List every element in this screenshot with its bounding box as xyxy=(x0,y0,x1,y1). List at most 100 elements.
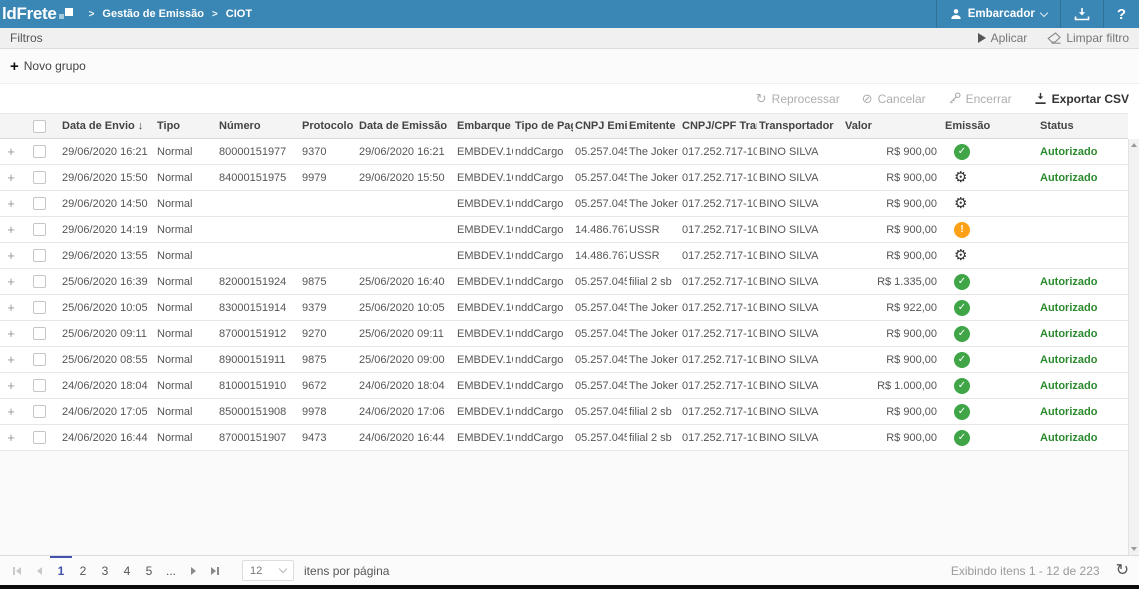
new-filter-group-button[interactable]: + Novo grupo xyxy=(10,59,86,74)
expand-row-button[interactable]: + xyxy=(0,248,22,263)
expand-row-button[interactable]: + xyxy=(0,144,22,159)
key-icon xyxy=(948,92,961,105)
last-page-button[interactable] xyxy=(204,556,226,585)
column-header-numero[interactable]: Número xyxy=(217,120,300,132)
row-checkbox[interactable] xyxy=(33,379,46,392)
download-button[interactable] xyxy=(1060,0,1103,28)
expand-row-button[interactable]: + xyxy=(0,300,22,315)
cell-data-envio: 29/06/2020 15:50 xyxy=(60,172,155,184)
select-all-checkbox[interactable] xyxy=(33,120,46,133)
expand-row-button[interactable]: + xyxy=(0,378,22,393)
apply-filter-button[interactable]: Aplicar xyxy=(978,31,1028,45)
page-button-...[interactable]: ... xyxy=(160,556,182,585)
cancel-button[interactable]: ⊘ Cancelar xyxy=(862,92,926,106)
logo-squares-icon xyxy=(59,7,73,22)
cell-valor: R$ 1.000,00 xyxy=(843,380,943,392)
row-checkbox[interactable] xyxy=(33,353,46,366)
vertical-scrollbar[interactable] xyxy=(1128,139,1139,555)
emission-success-icon: ✓ xyxy=(954,404,970,420)
row-checkbox[interactable] xyxy=(33,223,46,236)
column-header-cnpj-cpf-transportador[interactable]: CNPJ/CPF Transp... xyxy=(680,120,757,132)
cell-tipo-pagamento: nddCargo xyxy=(513,276,573,288)
column-header-data-emissao[interactable]: Data de Emissão xyxy=(357,120,455,132)
filters-panel-header[interactable]: Filtros Aplicar Limpar filtro xyxy=(0,28,1139,49)
breadcrumb: > Gestão de Emissão > CIOT xyxy=(89,0,252,28)
column-header-valor[interactable]: Valor xyxy=(843,120,943,132)
plus-icon: + xyxy=(10,59,19,74)
column-header-emitente[interactable]: Emitente xyxy=(627,120,680,132)
row-checkbox[interactable] xyxy=(33,405,46,418)
breadcrumb-item-ciot[interactable]: CIOT xyxy=(226,8,252,20)
row-checkbox[interactable] xyxy=(33,249,46,262)
row-checkbox[interactable] xyxy=(33,301,46,314)
cell-tipo-pagamento: nddCargo xyxy=(513,354,573,366)
user-role-label: Embarcador xyxy=(968,8,1035,20)
scroll-up-icon[interactable] xyxy=(1131,143,1137,147)
expand-row-button[interactable]: + xyxy=(0,170,22,185)
page-size-select[interactable]: 12 xyxy=(242,560,294,581)
expand-row-button[interactable]: + xyxy=(0,352,22,367)
cell-status: Autorizado xyxy=(1038,146,1128,158)
previous-page-icon xyxy=(37,567,42,575)
first-page-button[interactable] xyxy=(6,556,28,585)
next-page-button[interactable] xyxy=(182,556,204,585)
page-button-4[interactable]: 4 xyxy=(116,556,138,585)
user-role-menu[interactable]: Embarcador xyxy=(936,0,1060,28)
column-header-transportador[interactable]: Transportador xyxy=(757,120,843,132)
cell-numero: 81000151910 xyxy=(217,380,300,392)
clear-filter-button[interactable]: Limpar filtro xyxy=(1047,31,1129,45)
expand-row-button[interactable]: + xyxy=(0,274,22,289)
cell-transportador: BINO SILVA xyxy=(757,198,843,210)
row-checkbox[interactable] xyxy=(33,431,46,444)
column-header-data-envio[interactable]: Data de Envio ↓ xyxy=(60,120,155,132)
row-checkbox[interactable] xyxy=(33,327,46,340)
page-button-5[interactable]: 5 xyxy=(138,556,160,585)
table-row: +24/06/2020 18:04Normal81000151910967224… xyxy=(0,373,1128,399)
cell-numero: 84000151975 xyxy=(217,172,300,184)
column-header-status[interactable]: Status xyxy=(1038,120,1128,132)
expand-row-button[interactable]: + xyxy=(0,430,22,445)
expand-row-button[interactable]: + xyxy=(0,326,22,341)
export-csv-button[interactable]: Exportar CSV xyxy=(1034,92,1129,106)
select-all-header xyxy=(22,120,60,133)
column-header-embarque[interactable]: Embarque xyxy=(455,120,513,132)
previous-page-button[interactable] xyxy=(28,556,50,585)
column-header-emissao[interactable]: Emissão xyxy=(943,120,1038,132)
column-header-tipo[interactable]: Tipo xyxy=(155,120,217,132)
column-header-cnpj-emitente[interactable]: CNPJ Emite... xyxy=(573,120,627,132)
breadcrumb-item-gestao-de-emissao[interactable]: Gestão de Emissão xyxy=(102,8,204,20)
row-checkbox[interactable] xyxy=(33,275,46,288)
cell-emitente: The Joker xyxy=(627,354,680,366)
emission-success-icon: ✓ xyxy=(954,326,970,342)
cell-status: Autorizado xyxy=(1038,432,1128,444)
row-checkbox[interactable] xyxy=(33,197,46,210)
cell-valor: R$ 900,00 xyxy=(843,172,943,184)
expand-row-button[interactable]: + xyxy=(0,196,22,211)
help-button[interactable]: ? xyxy=(1103,0,1139,28)
cell-tipo: Normal xyxy=(155,328,217,340)
refresh-icon: ↻ xyxy=(1116,562,1129,579)
page-button-1[interactable]: 1 xyxy=(50,556,72,585)
column-header-protocolo[interactable]: Protocolo xyxy=(300,120,357,132)
cell-emitente: USSR xyxy=(627,250,680,262)
cell-valor: R$ 900,00 xyxy=(843,328,943,340)
emission-success-icon: ✓ xyxy=(954,430,970,446)
cell-tipo: Normal xyxy=(155,432,217,444)
column-header-tipo-pagamento[interactable]: Tipo de Paga... xyxy=(513,120,573,132)
scroll-down-icon[interactable] xyxy=(1131,547,1137,551)
row-checkbox[interactable] xyxy=(33,145,46,158)
expand-row-button[interactable]: + xyxy=(0,404,22,419)
refresh-button[interactable]: ↻ xyxy=(1116,563,1129,579)
finish-button[interactable]: Encerrar xyxy=(948,92,1012,106)
cell-data-envio: 29/06/2020 14:50 xyxy=(60,198,155,210)
page-button-3[interactable]: 3 xyxy=(94,556,116,585)
reprocess-button[interactable]: ↻ Reprocessar xyxy=(756,92,840,106)
cell-data-envio: 24/06/2020 16:44 xyxy=(60,432,155,444)
page-button-2[interactable]: 2 xyxy=(72,556,94,585)
expand-row-button[interactable]: + xyxy=(0,222,22,237)
cell-embarque: EMBDEV.104817 xyxy=(455,276,513,288)
emission-success-icon: ✓ xyxy=(954,274,970,290)
row-checkbox[interactable] xyxy=(33,171,46,184)
chevron-down-icon xyxy=(279,565,287,573)
export-csv-label: Exportar CSV xyxy=(1052,92,1129,106)
